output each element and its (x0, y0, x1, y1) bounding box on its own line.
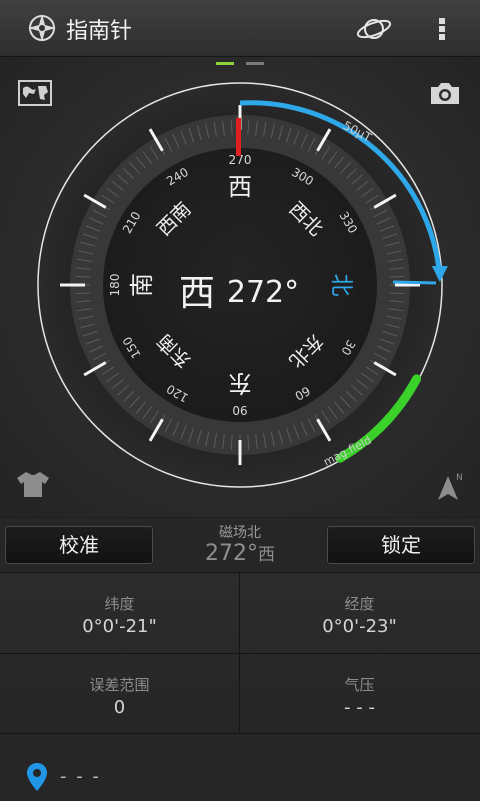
error-range-label: 误差范围 (89, 676, 150, 694)
tick-label: 180 (108, 274, 122, 297)
ring-direction-label: 西 (228, 173, 252, 201)
calibrate-button[interactable]: 校准 (5, 526, 153, 564)
info-grid: 纬度 0°0'-21" 经度 0°0'-23" 误差范围 0 气压 - - - (0, 572, 480, 733)
longitude-value: 0°0'-23" (322, 616, 397, 637)
compass-dial: 270300330306090120150180210240 西西北东北东东南南… (37, 82, 448, 488)
magnetic-north-value: 272°西 (160, 540, 320, 566)
tick-label: 90 (232, 403, 247, 417)
action-row: 校准 磁场北 272°西 锁定 (0, 518, 480, 572)
location-bar[interactable]: - - - (0, 733, 480, 801)
latitude-value: 0°0'-21" (82, 616, 157, 637)
pressure-value: - - - (344, 697, 375, 718)
error-range-cell: 误差范围 0 (0, 654, 239, 733)
heading-degrees: 272° (227, 275, 299, 310)
pressure-cell: 气压 - - - (240, 654, 479, 733)
error-range-value: 0 (113, 697, 126, 718)
magnetic-north-label: 磁场北 (219, 525, 261, 541)
latitude-label: 纬度 (104, 595, 135, 613)
longitude-label: 经度 (344, 595, 375, 613)
north-label: 北 (328, 274, 354, 297)
north-needle (236, 118, 241, 156)
location-pin-icon (27, 763, 47, 791)
lock-button[interactable]: 锁定 (327, 526, 475, 564)
location-text: - - - (60, 766, 101, 787)
heading-direction: 西 (179, 273, 215, 314)
magnetic-north-unit: 西 (258, 545, 275, 565)
heading-pointer (392, 280, 437, 285)
longitude-cell: 经度 0°0'-23" (240, 573, 479, 652)
ring-direction-label: 东 (228, 369, 252, 397)
latitude-cell: 纬度 0°0'-21" (0, 573, 239, 652)
magnetic-north-degrees: 272° (205, 541, 258, 566)
pressure-label: 气压 (344, 676, 375, 694)
ring-direction-label: 南 (128, 273, 156, 297)
